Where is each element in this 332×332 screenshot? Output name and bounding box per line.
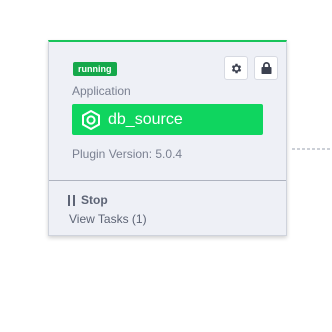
pause-icon bbox=[68, 194, 75, 206]
lock-icon bbox=[261, 62, 271, 74]
settings-icon bbox=[231, 63, 241, 73]
settings-button[interactable] bbox=[224, 56, 248, 80]
node-type-label: Application bbox=[72, 84, 131, 98]
stop-button[interactable]: Stop bbox=[68, 193, 108, 207]
plugin-version-text: Plugin Version: 5.0.4 bbox=[72, 147, 183, 161]
card-divider bbox=[49, 180, 286, 181]
lock-button[interactable] bbox=[254, 56, 278, 80]
node-name-bar[interactable]: db_source bbox=[72, 104, 263, 135]
application-node-card[interactable]: running Application db_source Plugin Ver… bbox=[48, 40, 287, 236]
node-name: db_source bbox=[108, 110, 183, 128]
connector-line-right bbox=[292, 148, 332, 150]
status-badge: running bbox=[73, 62, 117, 76]
view-tasks-link[interactable]: View Tasks (1) bbox=[69, 212, 147, 226]
plugin-hexagon-icon bbox=[82, 109, 100, 130]
stop-label: Stop bbox=[81, 193, 108, 207]
